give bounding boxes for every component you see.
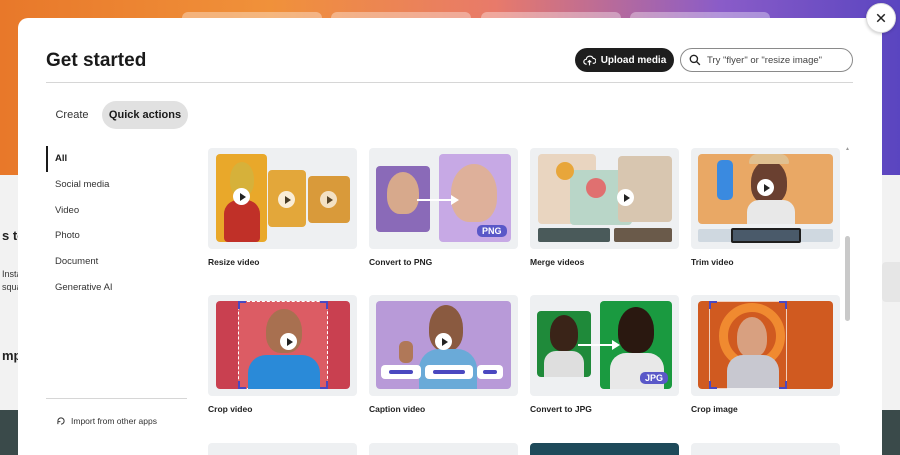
card-trim-video[interactable]: Trim video	[691, 148, 840, 267]
play-icon	[435, 333, 452, 350]
resize-video-thumbnail	[208, 148, 357, 249]
hand-shape	[399, 341, 413, 363]
close-icon	[876, 13, 886, 23]
caption-line	[389, 370, 413, 374]
timeline-strip	[538, 228, 610, 242]
card-label: Convert to JPG	[530, 404, 592, 414]
get-started-modal: Get started Upload media Create Quick ac…	[18, 18, 882, 455]
import-label: Import from other apps	[71, 416, 157, 426]
play-icon	[278, 191, 295, 208]
tab-quick-actions[interactable]: Quick actions	[102, 101, 188, 129]
tab-create[interactable]: Create	[48, 101, 96, 129]
cloud-upload-icon	[582, 55, 596, 65]
card-label: Trim video	[691, 257, 734, 267]
play-icon	[233, 188, 250, 205]
card-peek	[530, 443, 679, 455]
crop-corner-icon	[238, 381, 246, 389]
person-figure	[550, 315, 578, 351]
crop-corner-icon	[238, 301, 246, 309]
crop-corner-icon	[709, 381, 717, 389]
card-peek	[369, 443, 518, 455]
crop-image-thumbnail	[691, 295, 840, 396]
caption-video-thumbnail	[369, 295, 518, 396]
sidebar-item-video[interactable]: Video	[46, 197, 187, 223]
play-icon	[280, 333, 297, 350]
card-peek	[691, 443, 840, 455]
convert-to-png-thumbnail: PNG	[369, 148, 518, 249]
modal-title: Get started	[46, 50, 147, 71]
card-label: Convert to PNG	[369, 257, 433, 267]
import-icon	[57, 417, 65, 425]
card-label: Merge videos	[530, 257, 585, 267]
card-convert-to-jpg[interactable]: JPG Convert to JPG	[530, 295, 679, 414]
sidebar-item-document[interactable]: Document	[46, 249, 187, 275]
hat-shape	[749, 154, 789, 164]
trim-video-thumbnail	[691, 148, 840, 249]
caption-line	[483, 370, 497, 374]
timeline-strip	[614, 228, 672, 242]
food-shape	[556, 162, 574, 180]
card-merge-videos[interactable]: Merge videos	[530, 148, 679, 267]
sidebar-divider	[46, 398, 187, 399]
person-figure	[248, 355, 320, 389]
person-figure	[544, 351, 584, 377]
person-figure	[747, 200, 795, 224]
crop-frame-icon	[709, 301, 787, 389]
jpg-badge: JPG	[640, 372, 669, 384]
play-icon	[320, 191, 337, 208]
arrow-right-icon	[578, 340, 620, 350]
png-badge: PNG	[477, 225, 507, 237]
search-input[interactable]	[707, 54, 847, 66]
card-label: Crop video	[208, 404, 253, 414]
food-shape	[586, 178, 606, 198]
trim-selection	[731, 228, 801, 243]
card-label: Crop image	[691, 404, 738, 414]
sidebar-item-social-media[interactable]: Social media	[46, 172, 187, 198]
card-caption-video[interactable]: Caption video	[369, 295, 518, 414]
upload-media-button[interactable]: Upload media	[575, 48, 674, 72]
background-edge	[882, 262, 900, 302]
sidebar-item-photo[interactable]: Photo	[46, 223, 187, 249]
card-label: Resize video	[208, 257, 260, 267]
play-icon	[617, 189, 634, 206]
scroll-up-icon[interactable]: ▲	[845, 146, 850, 152]
convert-to-jpg-thumbnail: JPG	[530, 295, 679, 396]
card-peek	[208, 443, 357, 455]
person-figure	[224, 200, 260, 242]
crop-corner-icon	[320, 301, 328, 309]
caption-line	[433, 370, 465, 374]
person-figure	[451, 164, 497, 222]
sidebar-item-generative-ai[interactable]: Generative AI	[46, 274, 187, 300]
person-figure	[618, 307, 654, 353]
grid-scrollbar[interactable]: ▲	[844, 146, 852, 455]
search-box[interactable]	[680, 48, 853, 72]
merge-videos-thumbnail	[530, 148, 679, 249]
card-label: Caption video	[369, 404, 426, 414]
card-convert-to-png[interactable]: PNG Convert to PNG	[369, 148, 518, 267]
header-divider	[46, 82, 853, 83]
play-icon	[757, 179, 774, 196]
category-sidebar: All Social media Video Photo Document Ge…	[46, 146, 187, 300]
card-crop-image[interactable]: Crop image	[691, 295, 840, 414]
upload-media-label: Upload media	[600, 54, 667, 66]
crop-corner-icon	[709, 301, 717, 309]
search-icon	[689, 54, 701, 66]
crop-corner-icon	[320, 381, 328, 389]
import-from-other-apps-link[interactable]: Import from other apps	[56, 416, 157, 426]
card-resize-video[interactable]: Resize video	[208, 148, 357, 267]
sidebar-item-all[interactable]: All	[46, 146, 187, 172]
crop-corner-icon	[779, 301, 787, 309]
person-figure	[387, 172, 419, 214]
crop-video-thumbnail	[208, 295, 357, 396]
arrow-right-icon	[417, 195, 459, 205]
close-button[interactable]	[866, 3, 896, 33]
card-crop-video[interactable]: Crop video	[208, 295, 357, 414]
can-shape	[717, 160, 733, 200]
crop-corner-icon	[779, 381, 787, 389]
scrollbar-thumb[interactable]	[845, 236, 850, 321]
